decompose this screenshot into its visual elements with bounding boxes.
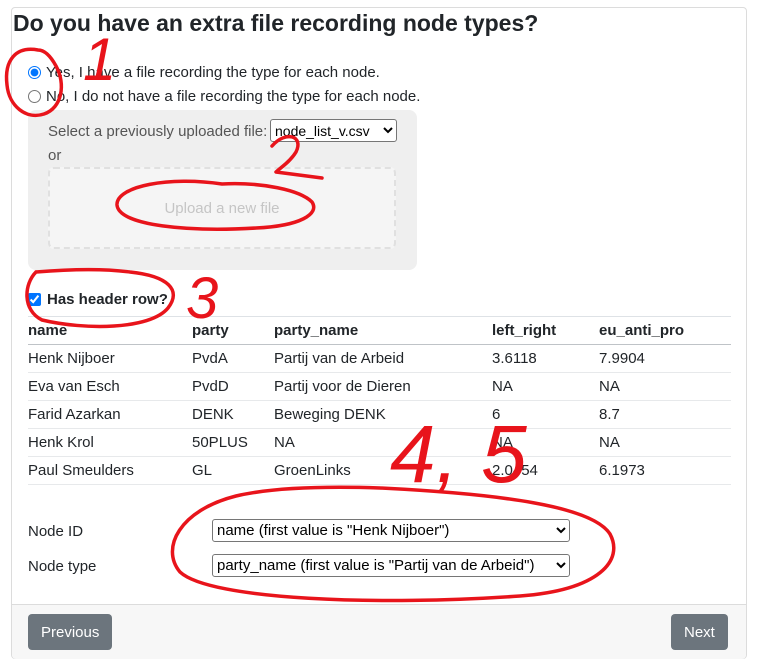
table-cell: GL bbox=[192, 456, 274, 485]
radio-no-input[interactable] bbox=[28, 90, 41, 103]
node-id-label: Node ID bbox=[28, 523, 84, 540]
file-select[interactable]: node_list_v.csv bbox=[270, 119, 397, 142]
table-cell: DENK bbox=[192, 400, 274, 429]
table-cell: 7.9904 bbox=[599, 344, 731, 373]
table-cell: Eva van Esch bbox=[28, 372, 192, 401]
table-cell: 6.1973 bbox=[599, 456, 731, 485]
column-header: party bbox=[192, 316, 274, 345]
node-id-select[interactable]: name (first value is "Henk Nijboer") bbox=[212, 519, 570, 542]
table-header-row: name party party_name left_right eu_anti… bbox=[28, 316, 731, 345]
question-title: Do you have an extra file recording node… bbox=[13, 10, 539, 36]
table-cell: NA bbox=[274, 428, 492, 457]
next-button[interactable]: Next bbox=[671, 614, 728, 650]
table-row: Henk Krol 50PLUS NA NA NA bbox=[28, 428, 731, 457]
header-row-label: Has header row? bbox=[47, 291, 168, 308]
radio-yes-label: Yes, I have a file recording the type fo… bbox=[46, 64, 380, 81]
table-cell: 50PLUS bbox=[192, 428, 274, 457]
previous-button[interactable]: Previous bbox=[28, 614, 113, 650]
column-header: name bbox=[28, 316, 192, 345]
radio-yes-input[interactable] bbox=[28, 66, 41, 79]
table-cell: GroenLinks bbox=[274, 456, 492, 485]
table-cell: PvdD bbox=[192, 372, 274, 401]
radio-yes[interactable]: Yes, I have a file recording the type fo… bbox=[28, 64, 380, 81]
table-cell: NA bbox=[492, 372, 599, 401]
table-cell: Farid Azarkan bbox=[28, 400, 192, 429]
table-cell: 6 bbox=[492, 400, 599, 429]
table-cell: 8.7 bbox=[599, 400, 731, 429]
column-header: eu_anti_pro bbox=[599, 316, 731, 345]
node-type-label: Node type bbox=[28, 558, 97, 575]
table-row: Eva van Esch PvdD Partij voor de Dieren … bbox=[28, 372, 731, 401]
table-cell: Paul Smeulders bbox=[28, 456, 192, 485]
or-text: or bbox=[48, 147, 62, 164]
header-row-checkbox-input[interactable] bbox=[28, 293, 41, 306]
table-cell: PvdA bbox=[192, 344, 274, 373]
table-cell: Henk Krol bbox=[28, 428, 192, 457]
table-cell: Partij voor de Dieren bbox=[274, 372, 492, 401]
column-header: party_name bbox=[274, 316, 492, 345]
table-cell: NA bbox=[599, 428, 731, 457]
radio-no-label: No, I do not have a file recording the t… bbox=[46, 88, 421, 105]
file-select-label: Select a previously uploaded file: bbox=[48, 123, 268, 140]
wizard-footer bbox=[12, 604, 746, 659]
node-type-select[interactable]: party_name (first value is "Partij van d… bbox=[212, 554, 570, 577]
table-cell: 3.6118 bbox=[492, 344, 599, 373]
table-row: Farid Azarkan DENK Beweging DENK 6 8.7 bbox=[28, 400, 731, 429]
radio-no[interactable]: No, I do not have a file recording the t… bbox=[28, 88, 420, 105]
table-cell: NA bbox=[492, 428, 599, 457]
upload-dropzone[interactable]: Upload a new file bbox=[48, 167, 396, 249]
table-cell: NA bbox=[599, 372, 731, 401]
preview-table: name party party_name left_right eu_anti… bbox=[28, 316, 731, 485]
header-row-checkbox[interactable]: Has header row? bbox=[28, 291, 168, 308]
table-row: Henk Nijboer PvdA Partij van de Arbeid 3… bbox=[28, 344, 731, 373]
table-row: Paul Smeulders GL GroenLinks 2.0454 6.19… bbox=[28, 456, 731, 485]
table-cell: Beweging DENK bbox=[274, 400, 492, 429]
table-cell: 2.0454 bbox=[492, 456, 599, 485]
table-cell: Henk Nijboer bbox=[28, 344, 192, 373]
table-cell: Partij van de Arbeid bbox=[274, 344, 492, 373]
column-header: left_right bbox=[492, 316, 599, 345]
dropzone-label: Upload a new file bbox=[164, 199, 280, 217]
